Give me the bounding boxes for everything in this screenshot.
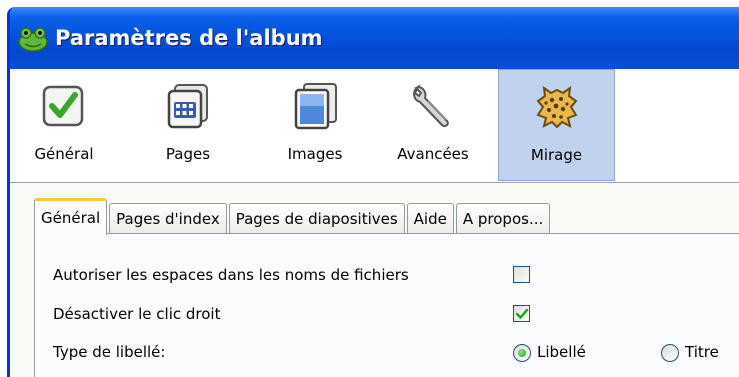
- leopard-skin-icon: [532, 82, 582, 132]
- settings-panel: Général Pages d'index Pages de diapositi…: [10, 183, 739, 377]
- toolbar-item-advanced[interactable]: Avancées: [383, 69, 483, 181]
- libelle-option-label: Libellé: [537, 343, 586, 361]
- tab-about[interactable]: A propos...: [455, 203, 551, 234]
- checkmark-icon: [515, 308, 529, 320]
- tab-label: Pages d'index: [116, 210, 220, 228]
- toolbar-item-label: Général: [34, 145, 94, 163]
- images-icon: [290, 81, 340, 131]
- checkbox-icon: [39, 81, 89, 131]
- toolbar-item-mirage[interactable]: Mirage: [498, 69, 615, 181]
- label-type-libelle-radio[interactable]: [513, 344, 531, 362]
- toolbar-item-label: Mirage: [530, 146, 583, 164]
- allow-spaces-checkbox[interactable]: [513, 266, 530, 283]
- label-type-title-radio[interactable]: [661, 344, 679, 362]
- toolbar-item-images[interactable]: Images: [275, 69, 355, 181]
- general-tab-page: Autoriser les espaces dans les noms de f…: [34, 233, 739, 377]
- allow-spaces-label: Autoriser les espaces dans les noms de f…: [53, 266, 409, 284]
- toolbar-item-label: Images: [287, 145, 343, 163]
- title-bar[interactable]: Paramètres de l'album: [10, 7, 739, 69]
- toolbar-item-label: Pages: [165, 145, 211, 163]
- tab-index-pages[interactable]: Pages d'index: [109, 203, 227, 234]
- label-type-label: Type de libellé:: [53, 343, 166, 361]
- tab-strip: Général Pages d'index Pages de diapositi…: [34, 198, 552, 235]
- radio-selected-dot: [518, 349, 526, 357]
- tab-label: Général: [41, 209, 101, 227]
- tab-help[interactable]: Aide: [406, 203, 454, 234]
- pages-grid-icon: [163, 81, 213, 131]
- frog-app-icon: [17, 25, 49, 53]
- window-title: Paramètres de l'album: [55, 26, 323, 50]
- disable-right-click-label: Désactiver le clic droit: [53, 305, 221, 323]
- wrench-icon: [408, 81, 458, 131]
- toolbar-item-pages[interactable]: Pages: [148, 69, 228, 181]
- tab-label: Aide: [413, 210, 447, 228]
- tab-general[interactable]: Général: [34, 198, 108, 235]
- tab-label: Pages de diapositives: [235, 210, 398, 228]
- disable-right-click-checkbox[interactable]: [513, 305, 530, 322]
- toolbar-item-general[interactable]: Général: [24, 69, 104, 181]
- category-toolbar: Général Pages Images Avancées Mirage: [10, 69, 739, 183]
- tab-label: A propos...: [462, 210, 544, 228]
- toolbar-item-label: Avancées: [397, 145, 469, 163]
- album-settings-window: Paramètres de l'album Général Pages Imag…: [7, 7, 739, 377]
- tab-slide-pages[interactable]: Pages de diapositives: [228, 203, 405, 234]
- title-option-label: Titre: [685, 343, 719, 361]
